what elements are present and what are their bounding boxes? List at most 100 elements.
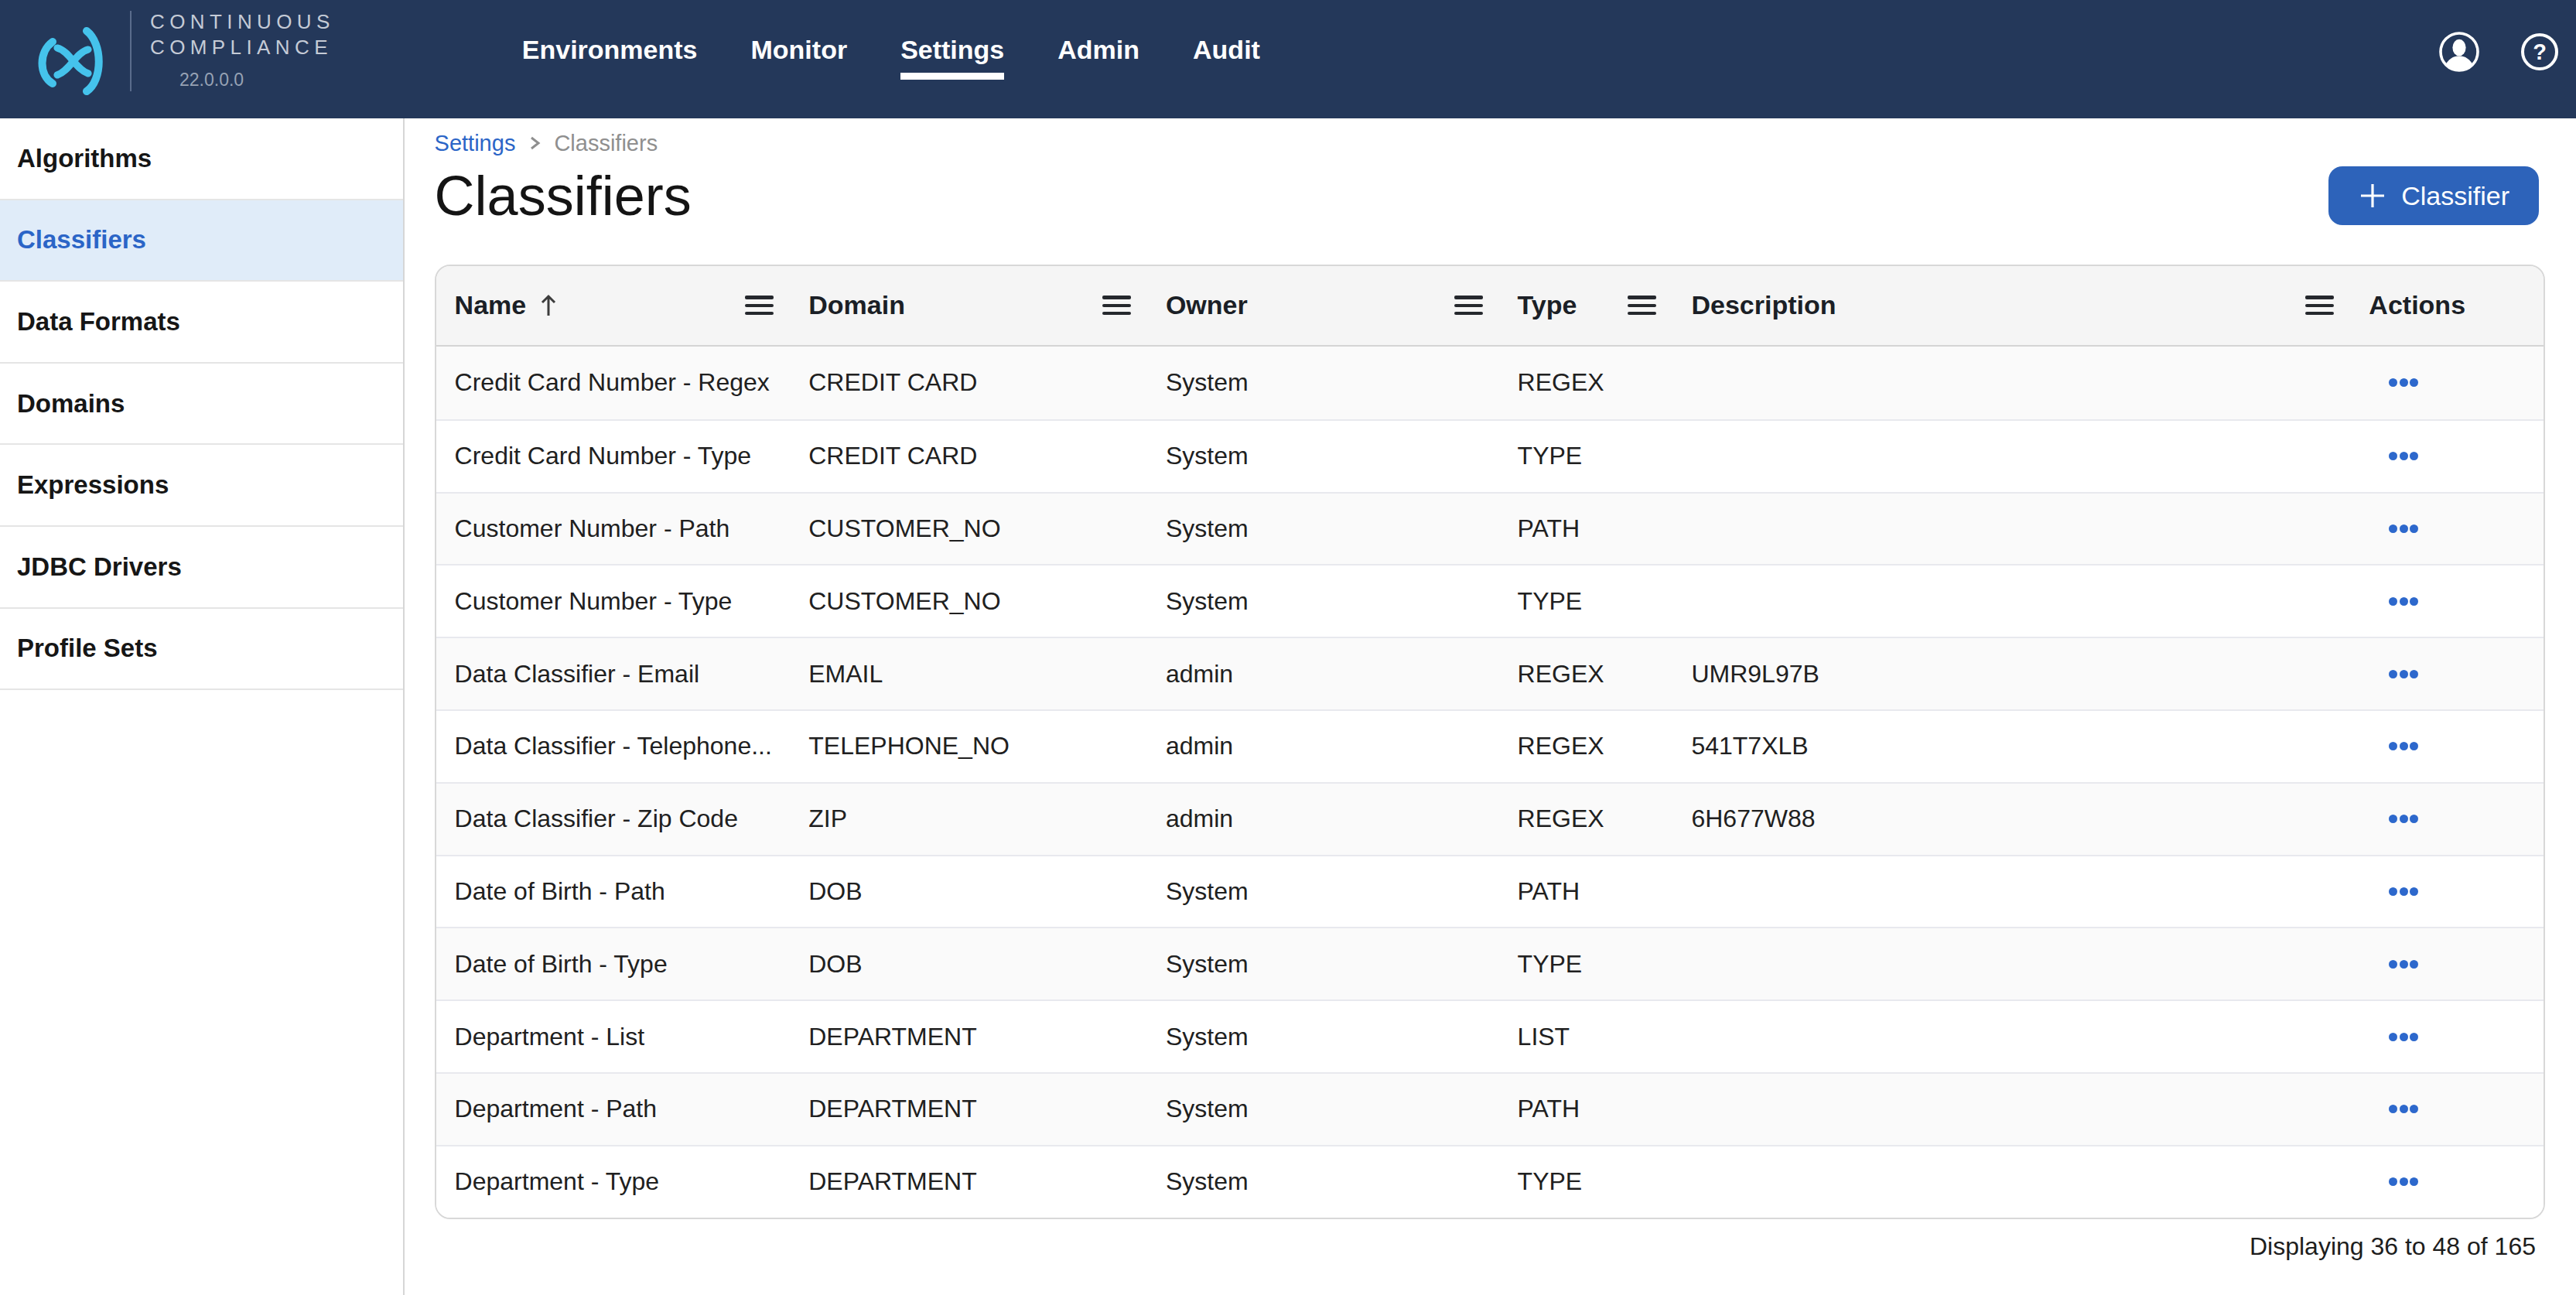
- nav-item-audit[interactable]: Audit: [1193, 32, 1260, 68]
- column-label: Actions: [2369, 290, 2465, 320]
- column-header-domain[interactable]: Domain: [790, 266, 1147, 345]
- table-body: Credit Card Number - RegexCREDIT CARDSys…: [436, 347, 2544, 1218]
- cell-type: REGEX: [1499, 805, 1673, 833]
- page-title: Classifiers: [435, 165, 692, 227]
- sidebar-item-profile-sets[interactable]: Profile Sets: [0, 609, 403, 691]
- table-row: Date of Birth - PathDOBSystemPATH: [436, 855, 2544, 928]
- column-header-name[interactable]: Name: [436, 266, 791, 345]
- row-actions-button[interactable]: [2389, 524, 2418, 533]
- cell-owner: System: [1147, 514, 1499, 543]
- cell-domain: DEPARTMENT: [790, 1095, 1147, 1123]
- breadcrumb: Settings Classifiers: [435, 131, 2545, 155]
- nav-item-monitor[interactable]: Monitor: [751, 32, 848, 68]
- cell-owner: System: [1147, 877, 1499, 906]
- sidebar-item-data-formats[interactable]: Data Formats: [0, 282, 403, 364]
- cell-owner: admin: [1147, 732, 1499, 760]
- row-actions-button[interactable]: [2389, 1033, 2418, 1041]
- cell-domain: ZIP: [790, 805, 1147, 833]
- table-row: Data Classifier - Telephone...TELEPHONE_…: [436, 709, 2544, 782]
- nav-item-settings[interactable]: Settings: [900, 32, 1004, 68]
- sidebar-item-classifiers[interactable]: Classifiers: [0, 200, 403, 282]
- row-actions-button[interactable]: [2389, 1105, 2418, 1113]
- row-actions-button[interactable]: [2389, 597, 2418, 606]
- row-actions-button[interactable]: [2389, 452, 2418, 460]
- classifiers-table: Name Domain Owner Type Description Actions Cr…: [435, 265, 2545, 1219]
- column-label: Name: [455, 290, 527, 320]
- sidebar-item-algorithms[interactable]: Algorithms: [0, 118, 403, 200]
- cell-domain: EMAIL: [790, 660, 1147, 689]
- cell-actions: [2350, 1177, 2544, 1186]
- cell-type: TYPE: [1499, 1167, 1673, 1196]
- cell-type: PATH: [1499, 1095, 1673, 1123]
- cell-name: Data Classifier - Zip Code: [436, 805, 791, 833]
- brand-line1: CONTINUOUS: [150, 9, 335, 35]
- column-menu-icon[interactable]: [1102, 296, 1131, 315]
- cell-actions: [2350, 960, 2544, 969]
- sort-ascending-icon: [538, 292, 559, 319]
- column-header-owner[interactable]: Owner: [1147, 266, 1499, 345]
- nav-item-admin[interactable]: Admin: [1057, 32, 1139, 68]
- table-row: Data Classifier - EmailEMAILadminREGEXUM…: [436, 637, 2544, 709]
- breadcrumb-current: Classifiers: [554, 131, 658, 156]
- cell-actions: [2350, 670, 2544, 678]
- cell-domain: DOB: [790, 877, 1147, 906]
- row-actions-button[interactable]: [2389, 378, 2418, 387]
- column-menu-icon[interactable]: [1454, 296, 1483, 315]
- column-header-description[interactable]: Description: [1672, 266, 2350, 345]
- table-row: Department - TypeDEPARTMENTSystemTYPE: [436, 1145, 2544, 1218]
- column-header-type[interactable]: Type: [1499, 266, 1673, 345]
- row-actions-button[interactable]: [2389, 815, 2418, 823]
- user-icon: [2438, 31, 2480, 73]
- cell-type: PATH: [1499, 877, 1673, 906]
- brand-divider: [130, 11, 132, 91]
- row-actions-button[interactable]: [2389, 742, 2418, 750]
- cell-name: Date of Birth - Path: [436, 877, 791, 906]
- row-actions-button[interactable]: [2389, 960, 2418, 969]
- cell-description: 541T7XLB: [1672, 732, 2350, 760]
- cell-type: TYPE: [1499, 442, 1673, 470]
- cell-description: 6H677W88: [1672, 805, 2350, 833]
- sidebar-item-domains[interactable]: Domains: [0, 364, 403, 446]
- table-row: Date of Birth - TypeDOBSystemTYPE: [436, 927, 2544, 999]
- cell-type: TYPE: [1499, 950, 1673, 979]
- cell-domain: DEPARTMENT: [790, 1167, 1147, 1196]
- column-label: Owner: [1166, 290, 1248, 320]
- main-nav: Environments Monitor Settings Admin Audit: [522, 32, 1260, 68]
- help-button[interactable]: ?: [2520, 32, 2559, 71]
- cell-owner: admin: [1147, 660, 1499, 689]
- cell-actions: [2350, 1105, 2544, 1113]
- nav-item-environments[interactable]: Environments: [522, 32, 698, 68]
- user-menu-button[interactable]: [2438, 31, 2480, 73]
- cell-name: Date of Birth - Type: [436, 950, 791, 979]
- row-actions-button[interactable]: [2389, 670, 2418, 678]
- table-row: Department - ListDEPARTMENTSystemLIST: [436, 999, 2544, 1072]
- row-actions-button[interactable]: [2389, 1177, 2418, 1186]
- brand-name: CONTINUOUS COMPLIANCE 22.0.0.0: [150, 9, 335, 91]
- cell-actions: [2350, 452, 2544, 460]
- svg-text:?: ?: [2533, 39, 2547, 63]
- breadcrumb-separator-icon: [526, 133, 543, 153]
- column-menu-icon[interactable]: [2305, 296, 2334, 315]
- sidebar-item-jdbc-drivers[interactable]: JDBC Drivers: [0, 527, 403, 609]
- cell-type: REGEX: [1499, 732, 1673, 760]
- cell-owner: System: [1147, 442, 1499, 470]
- table-row: Data Classifier - Zip CodeZIPadminREGEX6…: [436, 782, 2544, 855]
- cell-owner: System: [1147, 1095, 1499, 1123]
- breadcrumb-link-settings[interactable]: Settings: [435, 131, 516, 156]
- row-actions-button[interactable]: [2389, 887, 2418, 896]
- add-classifier-button[interactable]: Classifier: [2328, 166, 2539, 226]
- column-header-actions: Actions: [2350, 266, 2544, 345]
- column-menu-icon[interactable]: [1628, 296, 1656, 315]
- cell-owner: System: [1147, 950, 1499, 979]
- pagination-status: Displaying 36 to 48 of 165: [435, 1232, 2545, 1262]
- column-menu-icon[interactable]: [745, 296, 774, 315]
- table-row: Customer Number - PathCUSTOMER_NOSystemP…: [436, 492, 2544, 565]
- column-label: Description: [1691, 290, 1836, 320]
- cell-actions: [2350, 597, 2544, 606]
- cell-actions: [2350, 378, 2544, 387]
- cell-actions: [2350, 742, 2544, 750]
- sidebar-item-expressions[interactable]: Expressions: [0, 445, 403, 527]
- brand: CONTINUOUS COMPLIANCE 22.0.0.0: [29, 23, 335, 96]
- cell-description: UMR9L97B: [1672, 660, 2350, 689]
- cell-owner: System: [1147, 368, 1499, 397]
